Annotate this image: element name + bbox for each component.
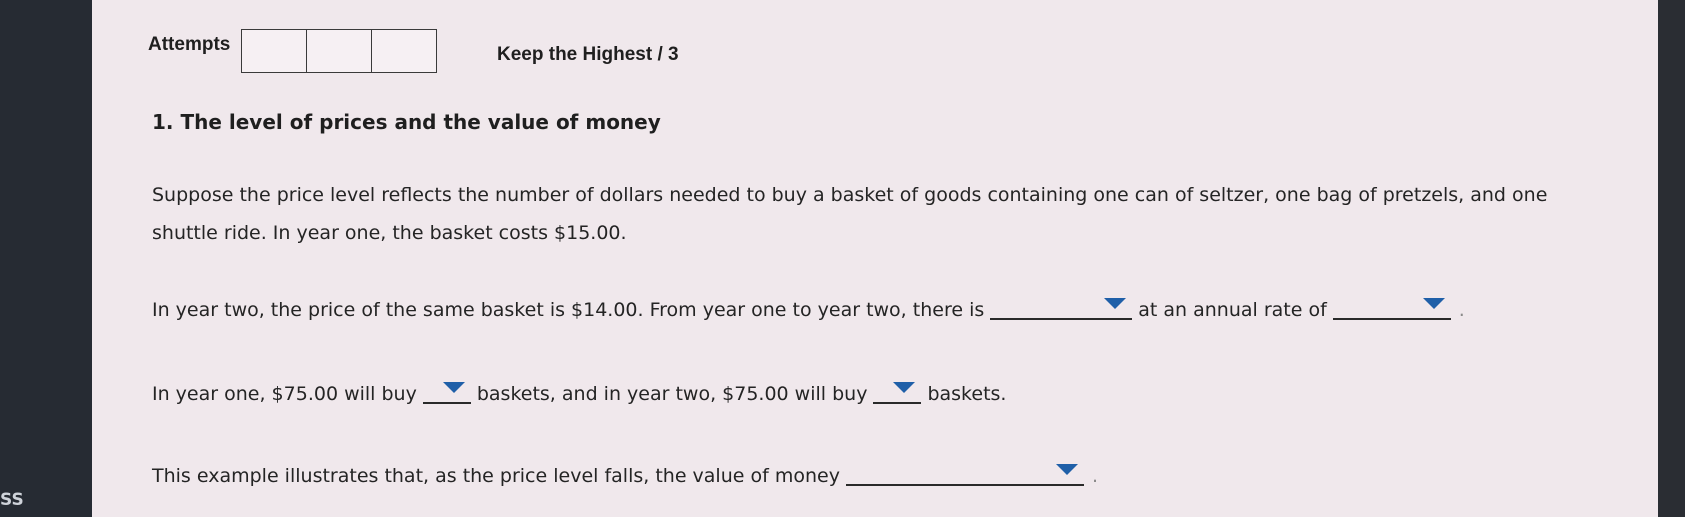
attempts-label: Attempts xyxy=(148,34,231,55)
dropdown-triangle-icon xyxy=(442,382,465,393)
right-edge xyxy=(1658,0,1685,517)
period: . xyxy=(1091,465,1098,487)
conclusion-text: This example illustrates that, as the pr… xyxy=(152,465,840,487)
year-two-text-a: In year two, the price of the same baske… xyxy=(152,299,985,321)
year-two-baskets-dropdown[interactable] xyxy=(873,376,922,404)
attempt-box-1 xyxy=(242,30,307,72)
assignment-page xyxy=(92,0,1658,517)
attempt-boxes xyxy=(241,29,437,73)
dropdown-triangle-icon xyxy=(1422,298,1445,309)
keep-highest-label: Keep the Highest / 3 xyxy=(497,44,679,65)
sidebar-label: SS xyxy=(0,490,24,510)
left-sidebar: SS xyxy=(0,0,92,517)
question-title: 1. The level of prices and the value of … xyxy=(152,110,661,134)
intro-text-line-1: Suppose the price level reflects the num… xyxy=(152,184,1548,206)
intro-text-line-2: shuttle ride. In year one, the basket co… xyxy=(152,222,627,244)
period: . xyxy=(1458,299,1465,321)
baskets-text-b: baskets, and in year two, $75.00 will bu… xyxy=(476,383,868,405)
dropdown-triangle-icon xyxy=(1104,298,1127,309)
change-type-dropdown[interactable] xyxy=(990,292,1133,320)
dropdown-triangle-icon xyxy=(893,382,916,393)
attempt-box-2 xyxy=(307,30,372,72)
baskets-text-c: baskets. xyxy=(927,383,1007,405)
year-two-text-b: at an annual rate of xyxy=(1138,299,1327,321)
dropdown-triangle-icon xyxy=(1055,464,1078,475)
value-of-money-dropdown[interactable] xyxy=(845,458,1084,486)
year-two-sentence: In year two, the price of the same baske… xyxy=(152,292,1465,325)
baskets-text-a: In year one, $75.00 will buy xyxy=(152,383,417,405)
baskets-sentence: In year one, $75.00 will buy baskets, and… xyxy=(152,376,1006,409)
annual-rate-dropdown[interactable] xyxy=(1332,292,1451,320)
conclusion-sentence: This example illustrates that, as the pr… xyxy=(152,458,1098,491)
attempt-box-3 xyxy=(372,30,436,72)
year-one-baskets-dropdown[interactable] xyxy=(422,376,471,404)
